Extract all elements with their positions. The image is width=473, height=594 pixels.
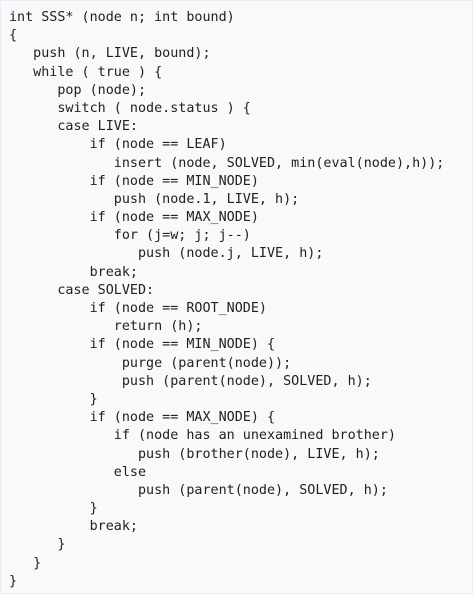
code-line: if (node == MIN_NODE) { <box>9 337 276 353</box>
code-line: push (parent(node), SOLVED, h); <box>9 482 388 498</box>
code-line: case LIVE: <box>9 119 138 135</box>
code-line: push (node.j, LIVE, h); <box>9 246 324 262</box>
code-line: if (node == MAX_NODE) <box>9 210 259 226</box>
code-line: push (n, LIVE, bound); <box>9 46 211 62</box>
code-line: purge (parent(node)); <box>9 355 292 371</box>
code-line: if (node == MAX_NODE) { <box>9 410 276 426</box>
code-line: { <box>9 28 18 44</box>
code-line: push (brother(node), LIVE, h); <box>9 446 380 462</box>
code-line: return (h); <box>9 319 203 335</box>
code-line: if (node has an unexamined brother) <box>9 428 396 444</box>
code-line: int SSS* (node n; int bound) <box>9 10 235 25</box>
code-line: case SOLVED: <box>9 282 155 298</box>
code-line: } <box>9 573 18 589</box>
code-line: break; <box>9 519 138 535</box>
code-line: } <box>9 501 98 517</box>
code-line: pop (node); <box>9 82 147 98</box>
code-line: push (parent(node), SOLVED, h); <box>9 373 372 389</box>
code-line: else <box>9 464 147 480</box>
code-line: switch ( node.status ) { <box>9 100 251 116</box>
code-line: for (j=w; j; j--) <box>9 228 251 244</box>
code-line: push (node.1, LIVE, h); <box>9 191 300 207</box>
code-line: } <box>9 391 98 407</box>
code-line: } <box>9 537 66 553</box>
code-line: while ( true ) { <box>9 64 163 80</box>
code-line: if (node == MIN_NODE) <box>9 173 259 189</box>
code-line: insert (node, SOLVED, min(eval(node),h))… <box>9 155 445 171</box>
code-line: } <box>9 555 42 571</box>
code-line: break; <box>9 264 138 280</box>
code-line: if (node == LEAF) <box>9 137 227 153</box>
code-block: int SSS* (node n; int bound) { push (n, … <box>0 0 473 594</box>
code-line: if (node == ROOT_NODE) <box>9 301 267 316</box>
